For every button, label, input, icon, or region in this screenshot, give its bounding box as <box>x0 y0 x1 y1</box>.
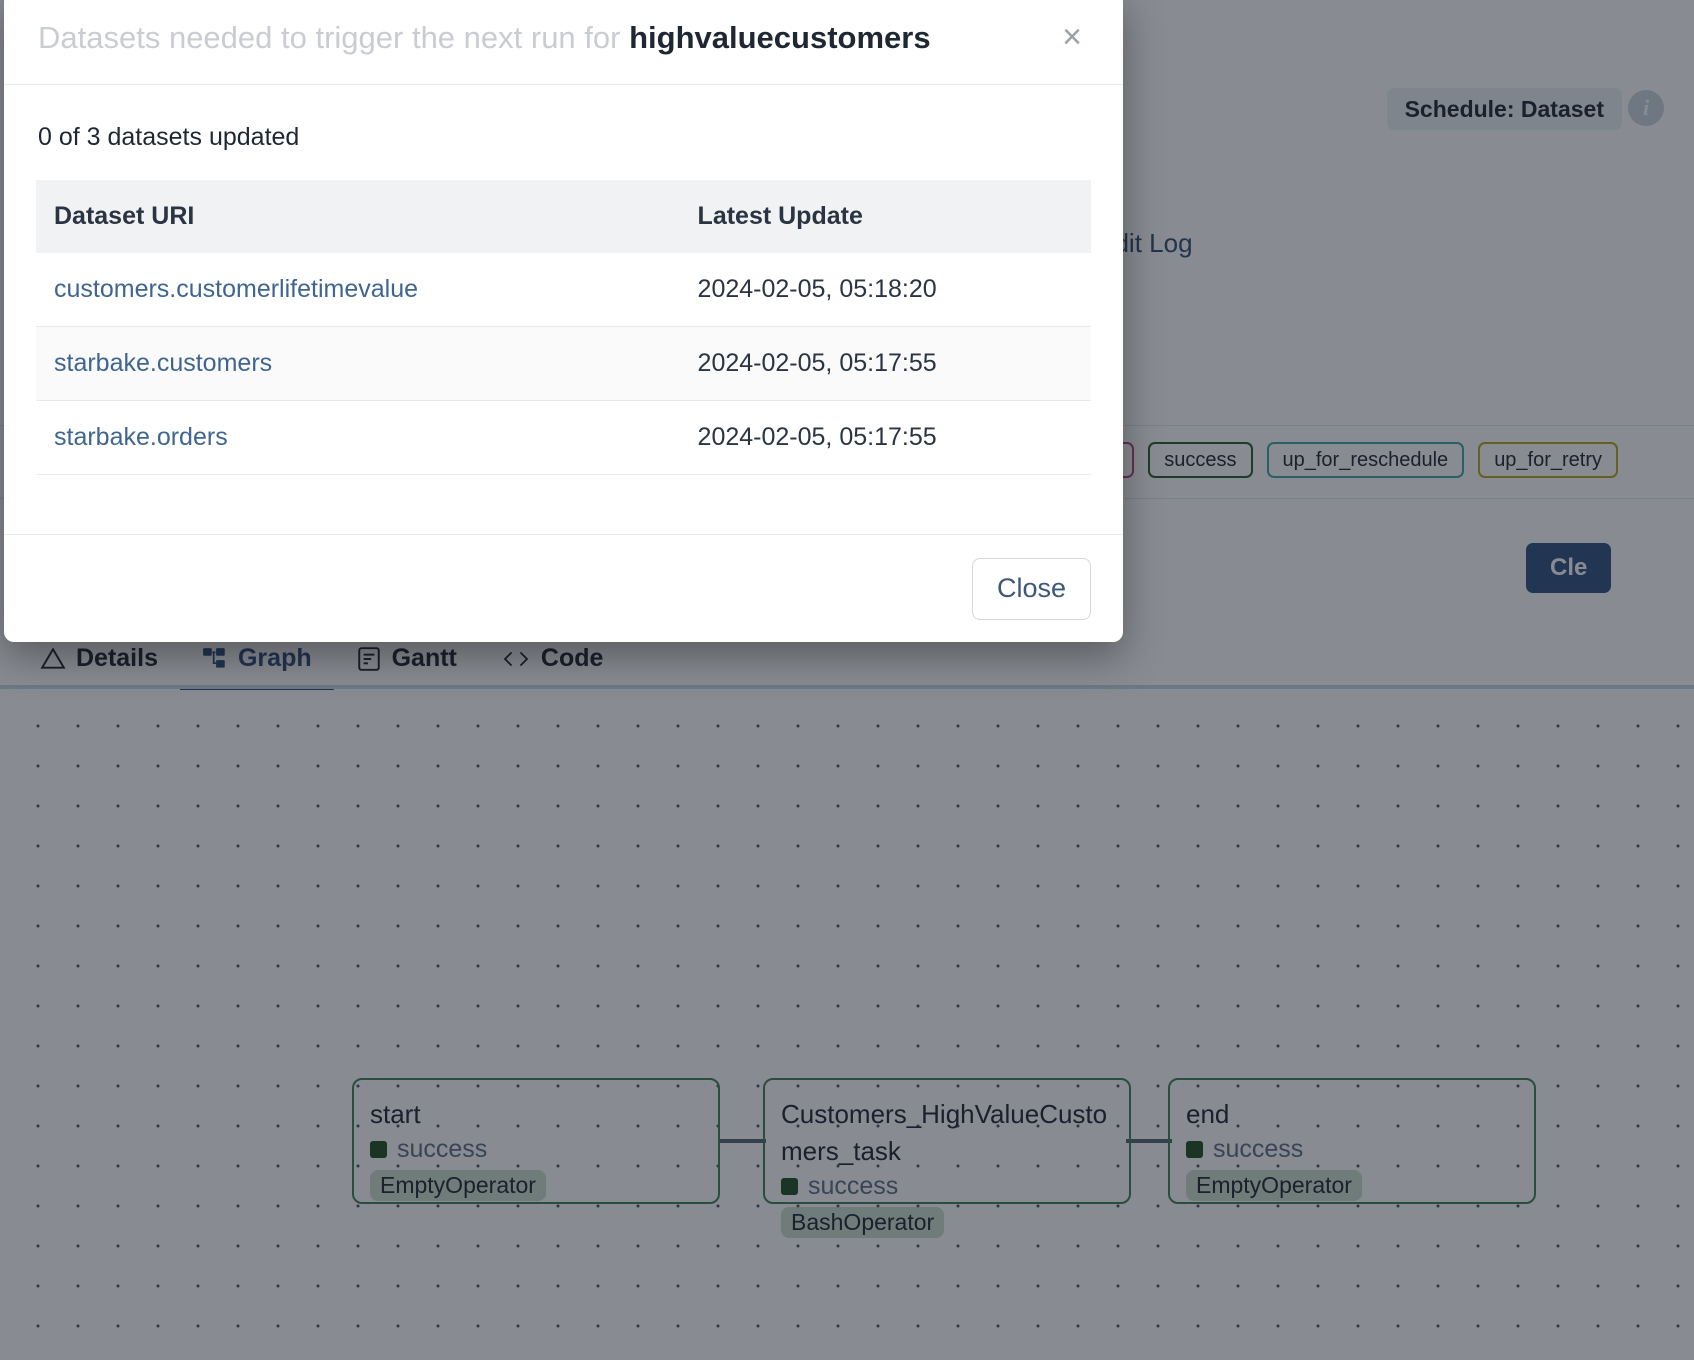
table-cell-latest-update: 2024-02-05, 05:17:55 <box>680 401 1091 475</box>
modal-title-dag-name: highvaluecustomers <box>629 20 930 55</box>
modal-header: Datasets needed to trigger the next run … <box>4 0 1123 85</box>
table-cell-latest-update: 2024-02-05, 05:17:55 <box>680 327 1091 401</box>
datasets-modal: Datasets needed to trigger the next run … <box>4 0 1123 642</box>
datasets-table-head: Dataset URI Latest Update <box>36 180 1091 253</box>
dataset-uri-link[interactable]: customers.customerlifetimevalue <box>54 275 418 303</box>
close-button[interactable]: Close <box>972 558 1091 620</box>
modal-footer: Close <box>4 534 1123 642</box>
modal-title-prefix: Datasets needed to trigger the next run … <box>38 20 629 55</box>
table-cell-latest-update: 2024-02-05, 05:18:20 <box>680 253 1091 327</box>
datasets-table-body: customers.customerlifetimevalue 2024-02-… <box>36 253 1091 475</box>
table-row: starbake.customers 2024-02-05, 05:17:55 <box>36 327 1091 401</box>
table-cell-dataset-uri: customers.customerlifetimevalue <box>36 253 680 327</box>
datasets-updated-count: 0 of 3 datasets updated <box>38 123 1091 152</box>
datasets-table: Dataset URI Latest Update customers.cust… <box>36 180 1091 475</box>
table-row: customers.customerlifetimevalue 2024-02-… <box>36 253 1091 327</box>
column-header-dataset-uri: Dataset URI <box>36 180 680 253</box>
table-cell-dataset-uri: starbake.orders <box>36 401 680 475</box>
column-header-latest-update: Latest Update <box>680 180 1091 253</box>
modal-title: Datasets needed to trigger the next run … <box>38 20 931 56</box>
close-icon[interactable]: × <box>1051 16 1093 58</box>
table-header-row: Dataset URI Latest Update <box>36 180 1091 253</box>
dataset-uri-link[interactable]: starbake.orders <box>54 423 228 451</box>
modal-body: 0 of 3 datasets updated Dataset URI Late… <box>4 85 1123 534</box>
table-row: starbake.orders 2024-02-05, 05:17:55 <box>36 401 1091 475</box>
dataset-uri-link[interactable]: starbake.customers <box>54 349 272 377</box>
table-cell-dataset-uri: starbake.customers <box>36 327 680 401</box>
